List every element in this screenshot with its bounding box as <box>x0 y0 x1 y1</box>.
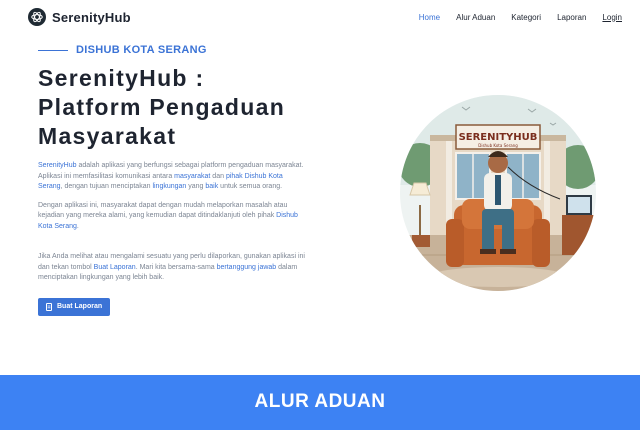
buat-laporan-label: Buat Laporan <box>57 303 103 310</box>
eyebrow: DISHUB KOTA SERANG <box>38 42 308 58</box>
highlight: masyarakat <box>174 172 211 180</box>
document-icon <box>46 302 52 311</box>
usage-paragraph: Dengan aplikasi ini, masyarakat dapat de… <box>38 201 308 233</box>
section-title: ALUR ADUAN <box>254 391 386 412</box>
highlight: Buat Laporan <box>93 263 136 271</box>
highlight: SerenityHub <box>38 162 77 169</box>
nav-laporan[interactable]: Laporan <box>557 13 586 22</box>
nav-kategori[interactable]: Kategori <box>511 13 541 22</box>
text: . <box>76 222 79 230</box>
openai-knot-icon <box>28 8 46 26</box>
text: dan <box>210 172 226 180</box>
call-paragraph: Jika Anda melihat atau mengalami sesuatu… <box>38 252 308 284</box>
text: , dengan tujuan menciptakan <box>60 183 153 190</box>
alur-aduan-section: ALUR ADUAN <box>0 375 640 430</box>
hero-title-line-3: Masyarakat <box>38 123 177 149</box>
text: Dengan aplikasi ini, masyarakat dapat de… <box>38 201 288 220</box>
nav-alur-aduan[interactable]: Alur Aduan <box>456 13 495 22</box>
hero-content: DISHUB KOTA SERANG SerenityHub : Platfor… <box>38 42 308 316</box>
highlight: baik <box>205 183 219 190</box>
text: yang <box>186 183 206 190</box>
eyebrow-line <box>38 49 68 51</box>
navbar: SerenityHub Home Alur Aduan Kategori Lap… <box>0 0 640 34</box>
brand[interactable]: SerenityHub <box>28 8 131 26</box>
eyebrow-text: DISHUB KOTA SERANG <box>76 44 207 56</box>
hero-title-line-1: SerenityHub : <box>38 65 205 91</box>
nav-links: Home Alur Aduan Kategori Laporan Login <box>419 13 622 22</box>
highlight: lingkungan <box>152 183 187 190</box>
nav-home[interactable]: Home <box>419 13 440 22</box>
buat-laporan-button[interactable]: Buat Laporan <box>38 297 111 316</box>
sign-subtitle: Dishub Kota Serang <box>478 143 518 148</box>
intro-paragraph: SerenityHub adalah aplikasi yang berfung… <box>38 161 308 193</box>
text: untuk semua orang. <box>218 183 283 190</box>
nav-login[interactable]: Login <box>602 13 622 22</box>
hero-illustration: SERENITYHUB Dishub Kota Serang <box>400 95 596 291</box>
highlight: bertanggung jawab <box>216 263 277 271</box>
brand-name: SerenityHub <box>52 9 131 25</box>
sign-title: SERENITYHUB <box>459 132 538 143</box>
hero-title-line-2: Platform Pengaduan <box>38 94 286 120</box>
text: . Mari kita bersama-sama <box>135 263 217 271</box>
hero-title: SerenityHub : Platform Pengaduan Masyara… <box>38 64 308 151</box>
